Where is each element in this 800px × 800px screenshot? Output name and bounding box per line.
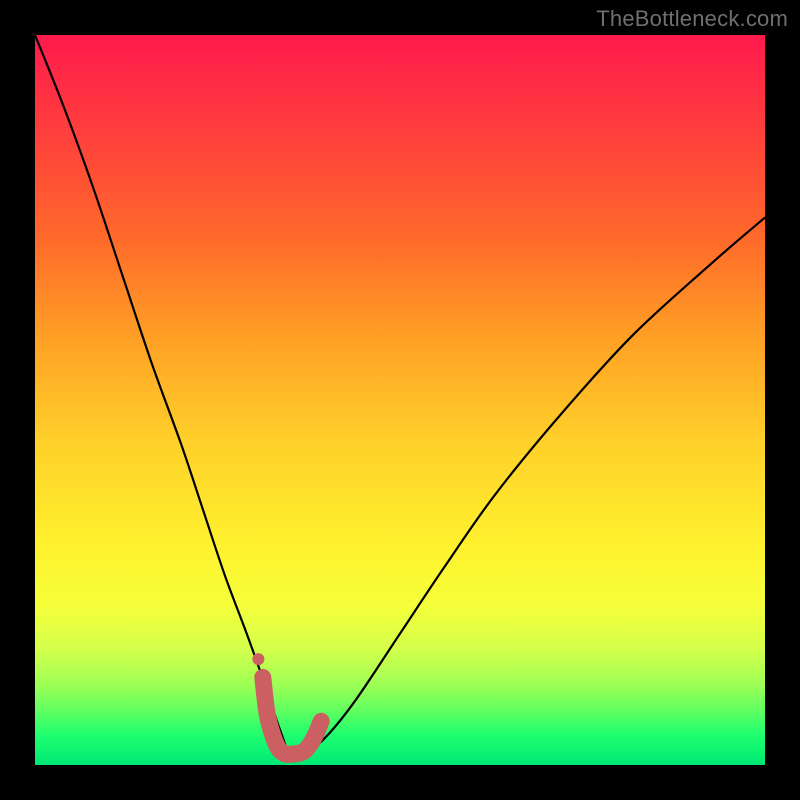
highlight-marker-group: [263, 677, 321, 754]
curve-svg: [35, 35, 765, 765]
highlight-lone-dot: [252, 653, 264, 665]
chart-frame: TheBottleneck.com: [0, 0, 800, 800]
plot-area: [35, 35, 765, 765]
watermark-text: TheBottleneck.com: [596, 6, 788, 32]
highlight-marker-path: [263, 677, 321, 754]
bottleneck-curve: [35, 35, 765, 757]
